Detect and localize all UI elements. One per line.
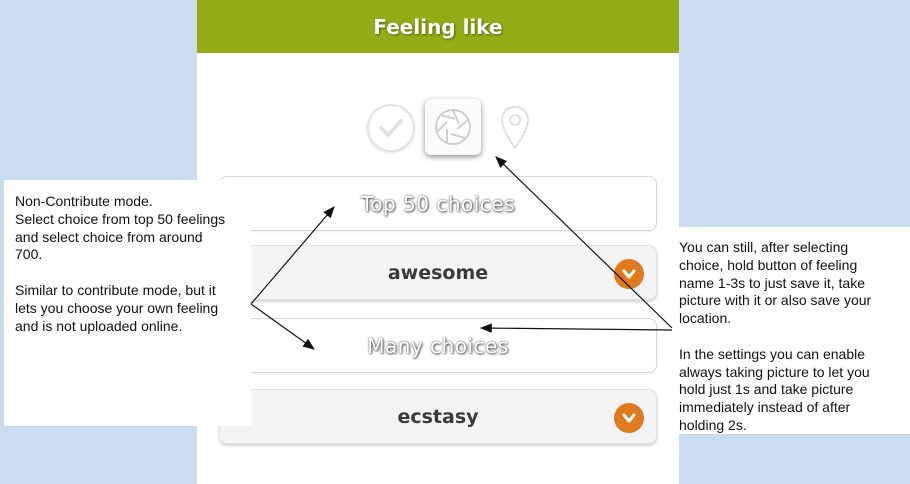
annotation-text: picture with it or also save your [679, 292, 872, 309]
annotation-text: name 1-3s to just save it, take [679, 274, 865, 291]
annotation-text: Similar to contribute mode, but it [15, 281, 216, 298]
top50-choices-label: Top 50 choices [360, 191, 516, 216]
annotation-text: Select choice from top 50 feelings [15, 210, 226, 227]
annotation-text: In the settings you can enable [679, 345, 866, 362]
annotation-text: choice, hold button of feeling [679, 256, 858, 273]
title-bar: Feeling like [197, 0, 679, 53]
annotation-left: Non-Contribute mode. Select choice from … [4, 180, 251, 426]
checkmark-circle-icon [379, 119, 403, 137]
annotation-text: You can still, after selecting [679, 239, 849, 255]
selected-feeling-1: awesome [387, 261, 489, 284]
selected-feeling-2: ecstasy [397, 405, 479, 428]
annotation-text: and select choice from around [15, 228, 203, 245]
annotation-text: lets you choose your own feeling [15, 299, 219, 316]
annotation-text: immediately instead of after [679, 399, 851, 416]
dropdown-toggle-1[interactable] [614, 259, 644, 289]
mode-button-location[interactable] [495, 104, 535, 152]
feeling-select-2[interactable]: ecstasy [219, 389, 657, 444]
mode-button-check[interactable] [367, 104, 415, 152]
annotation-text: Non-Contribute mode. [15, 193, 153, 209]
annotation-text: 700. [15, 246, 43, 263]
many-choices-button[interactable]: Many choices [219, 318, 657, 373]
annotation-text: location. [679, 310, 732, 327]
annotation-text: holding 2s. [679, 416, 747, 433]
location-pin-icon [500, 105, 530, 150]
chevron-down-icon [622, 269, 636, 279]
many-choices-label: Many choices [367, 333, 509, 358]
annotation-text: hold just 1s and take picture [679, 381, 854, 398]
chevron-down-icon [622, 413, 636, 423]
annotation-text: always taking picture to let you [679, 363, 870, 380]
app-screen: Feeling like Top 50 choices awesome Many… [197, 0, 679, 484]
dropdown-toggle-2[interactable] [614, 403, 644, 433]
camera-shutter-icon [435, 109, 471, 145]
mode-button-camera[interactable] [425, 99, 481, 155]
page-title: Feeling like [373, 14, 503, 39]
feeling-select-1[interactable]: awesome [219, 245, 657, 300]
annotation-right: You can still, after selecting choice, h… [679, 227, 910, 434]
top50-choices-button[interactable]: Top 50 choices [219, 176, 657, 231]
annotation-text: and is not uploaded online. [15, 317, 183, 334]
